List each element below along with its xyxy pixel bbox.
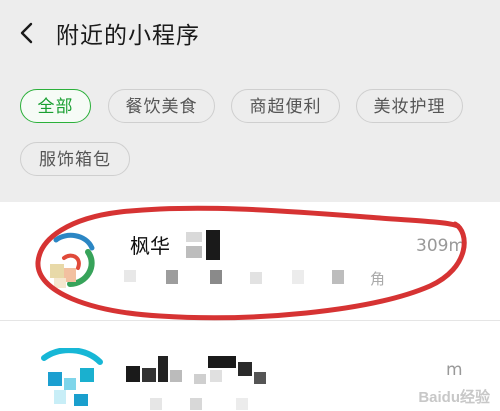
item-name: 枫华 [130,234,170,258]
list-divider [0,320,500,321]
item-distance: m [446,360,463,380]
filter-chip-apparel[interactable]: 服饰箱包 [20,142,130,176]
header: 附近的小程序 全部 餐饮美食 商超便利 美妆护理 服饰箱包 [0,0,500,202]
app-logo-icon [50,232,95,288]
item-distance: 309m [416,236,466,256]
page-title: 附近的小程序 [56,23,200,49]
filter-chip-all[interactable]: 全部 [20,89,91,123]
filter-chip-beauty[interactable]: 美妆护理 [356,89,463,123]
filter-chip-food[interactable]: 餐饮美食 [108,89,215,123]
app-logo-icon [41,348,103,406]
filter-chip-convenience[interactable]: 商超便利 [231,89,340,123]
watermark: Baidu经验 [418,389,490,406]
chevron-left-icon[interactable] [12,18,42,48]
item-subtitle: 角 [370,270,386,288]
